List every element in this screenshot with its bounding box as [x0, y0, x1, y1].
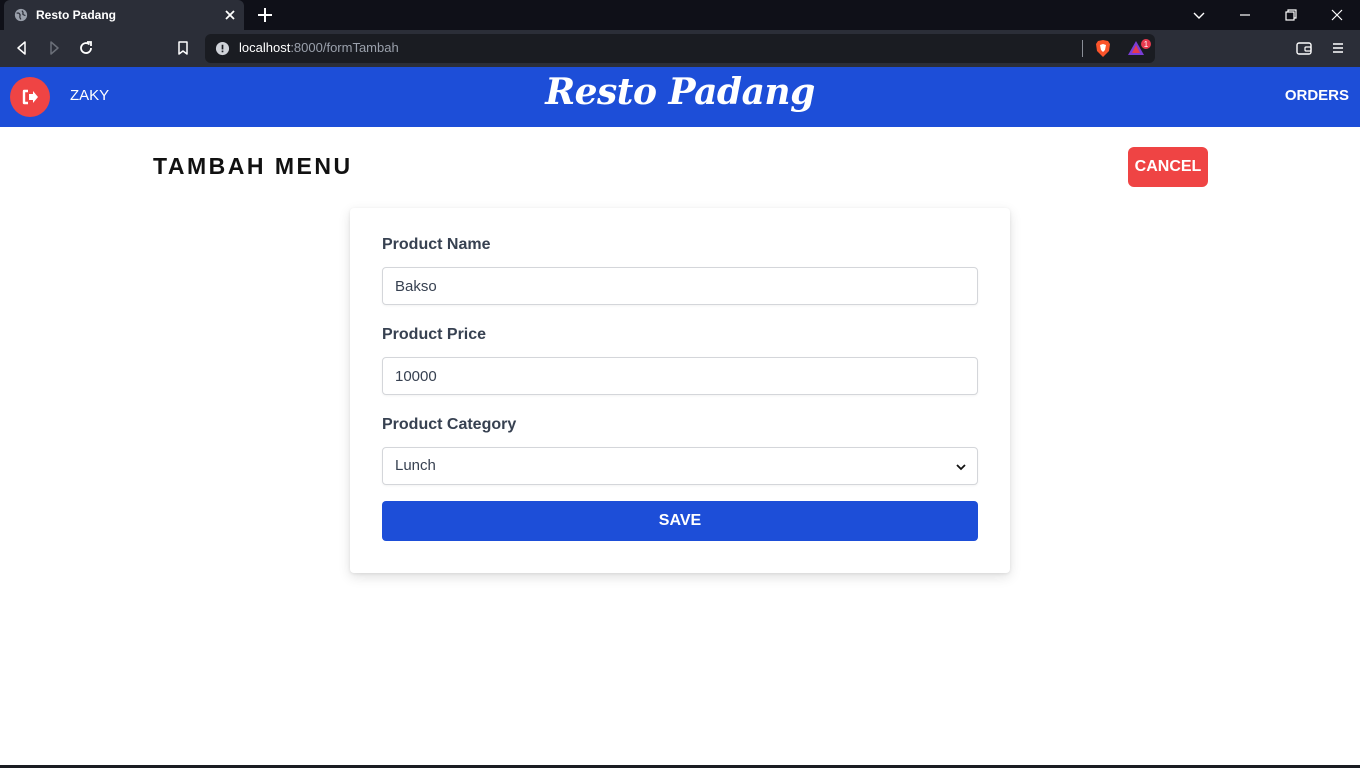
product-name-input[interactable]: [382, 267, 978, 305]
tab-search-chevron-icon[interactable]: [1191, 7, 1207, 23]
reload-icon[interactable]: [77, 39, 95, 57]
brand-logo: Resto Padang: [545, 71, 815, 113]
site-info-icon[interactable]: [215, 41, 230, 56]
orders-link[interactable]: ORDERS: [1285, 87, 1349, 104]
forward-icon[interactable]: [45, 39, 63, 57]
new-tab-icon[interactable]: [256, 6, 274, 24]
wallet-icon[interactable]: [1295, 39, 1313, 57]
category-selected-value: Lunch: [395, 457, 436, 474]
browser-titlebar: Resto Padang: [0, 0, 1360, 30]
product-category-label: Product Category: [382, 416, 517, 433]
save-button[interactable]: SAVE: [382, 501, 978, 541]
brave-rewards-icon[interactable]: 1: [1127, 38, 1153, 58]
app-navbar: ZAKY Resto Padang ORDERS: [0, 67, 1360, 127]
close-window-icon[interactable]: [1329, 7, 1345, 23]
minimize-icon[interactable]: [1237, 7, 1253, 23]
omnibox-divider: [1082, 40, 1083, 57]
address-bar[interactable]: localhost:8000/formTambah 1: [205, 34, 1155, 63]
add-menu-form: Product Name Product Price Product Categ…: [350, 208, 1010, 573]
chevron-down-icon: [956, 464, 966, 471]
page-title: TAMBAH MENU: [153, 153, 353, 179]
url-text: localhost:8000/formTambah: [239, 40, 399, 55]
product-category-select[interactable]: Lunch: [382, 447, 978, 485]
browser-tab[interactable]: Resto Padang: [4, 0, 244, 30]
back-icon[interactable]: [13, 39, 31, 57]
restore-icon[interactable]: [1283, 7, 1299, 23]
menu-icon[interactable]: [1329, 39, 1347, 57]
cancel-button[interactable]: CANCEL: [1128, 147, 1208, 187]
globe-icon: [14, 8, 28, 22]
product-price-label: Product Price: [382, 326, 487, 343]
product-name-label: Product Name: [382, 236, 491, 253]
brave-shields-icon[interactable]: [1094, 39, 1112, 58]
product-price-input[interactable]: [382, 357, 978, 395]
browser-toolbar: localhost:8000/formTambah 1: [0, 30, 1360, 67]
bookmark-icon[interactable]: [174, 39, 192, 57]
rewards-badge: 1: [1144, 40, 1149, 49]
close-tab-icon[interactable]: [222, 7, 238, 23]
tab-title: Resto Padang: [36, 8, 117, 22]
